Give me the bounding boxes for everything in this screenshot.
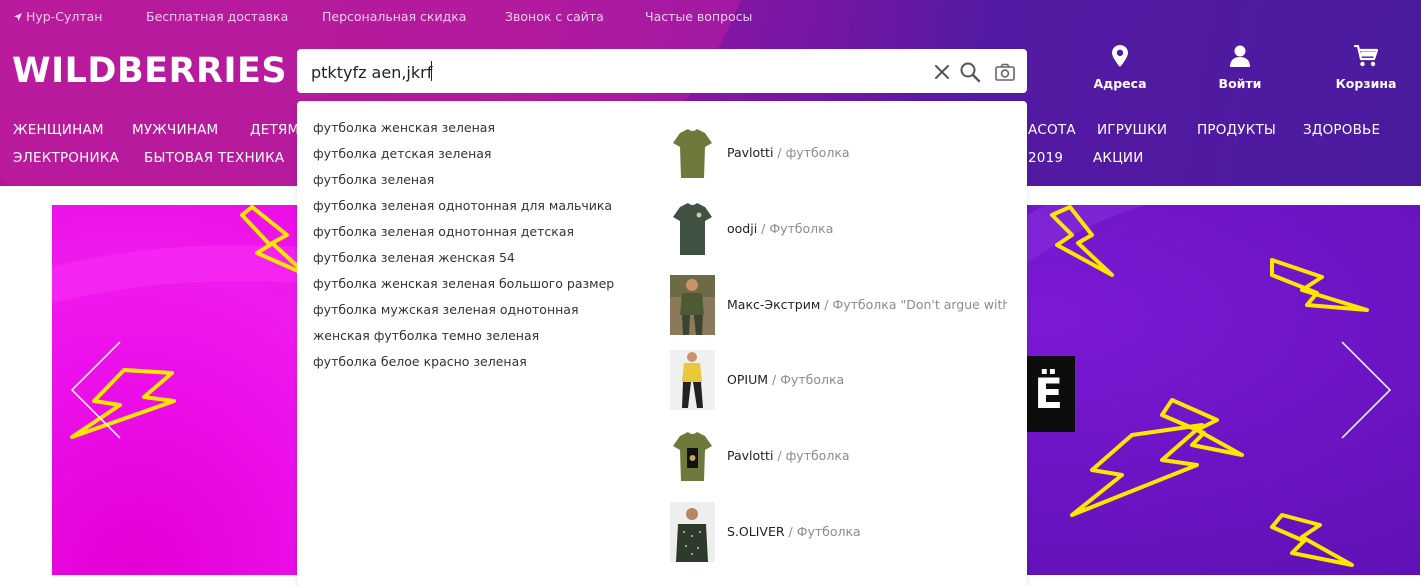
nav-appliances[interactable]: БЫТОВАЯ ТЕХНИКА [144,150,284,166]
suggestion-item[interactable]: футболка женская зеленая большого размер [313,276,614,291]
suggestion-item[interactable]: футболка зеленая женская 54 [313,250,515,265]
personal-discount-link[interactable]: Персональная скидка [322,9,466,24]
product-title: Pavlotti / футболка [727,145,850,160]
login-label: Войти [1218,76,1262,91]
nav-toys[interactable]: ИГРУШКИ [1097,122,1167,138]
suggestion-item[interactable]: женская футболка темно зеленая [313,328,539,343]
cart-label: Корзина [1335,76,1397,91]
site-logo[interactable]: WILDBERRIES [12,51,287,91]
product-suggestion[interactable]: S.OLIVER / Футболка [670,502,1015,562]
product-thumbnail [670,502,715,562]
nav-2019[interactable]: 2019 [1028,150,1063,166]
login-button[interactable]: Войти [1200,45,1280,92]
product-title: oodji / Футболка [727,221,834,236]
suggestion-item[interactable]: футболка зеленая [313,172,434,187]
nav-electronics[interactable]: ЭЛЕКТРОНИКА [13,150,119,166]
product-thumbnail [670,199,715,259]
search-suggestions-dropdown: футболка женская зеленая футболка детска… [297,101,1027,586]
addresses-label: Адреса [1093,76,1147,91]
free-delivery-link[interactable]: Бесплатная доставка [146,9,288,24]
product-suggestion[interactable]: Pavlotti / футболка [670,123,1015,183]
location-label: Нур-Султан [26,9,103,24]
product-suggestion[interactable]: Макс-Экстрим / Футболка "Don't argue wit… [670,275,1015,335]
cart-icon [1354,45,1378,67]
suggestion-item[interactable]: футболка зеленая однотонная детская [313,224,574,239]
nav-men[interactable]: МУЖЧИНАМ [132,122,218,138]
suggestion-item[interactable]: футболка детская зеленая [313,146,491,161]
user-icon [1230,45,1250,67]
callback-link[interactable]: Звонок с сайта [505,9,604,24]
suggestion-item[interactable]: футболка белое красно зеленая [313,354,527,369]
camera-icon[interactable] [994,61,1016,83]
nav-food[interactable]: ПРОДУКТЫ [1197,122,1276,138]
faq-link[interactable]: Частые вопросы [645,9,752,24]
cart-button[interactable]: Корзина [1326,45,1406,92]
prev-slide-arrow-icon[interactable] [70,340,122,440]
search-box [297,49,1027,93]
product-thumbnail [670,350,715,410]
location-pin-icon [1112,45,1128,67]
nav-sales[interactable]: АКЦИИ [1093,150,1144,166]
product-title: S.OLIVER / Футболка [727,524,861,539]
product-title: Pavlotti / футболка [727,448,850,463]
product-title: Макс-Экстрим / Футболка "Don't argue wit… [727,297,1007,312]
location-link[interactable]: Нур-Султан [13,9,102,24]
nav-kids[interactable]: ДЕТЯМ [250,122,299,138]
product-title: OPIUM / Футболка [727,372,845,387]
nav-beauty[interactable]: АСОТА [1028,122,1076,138]
next-slide-arrow-icon[interactable] [1340,340,1392,440]
product-thumbnail [670,275,715,335]
search-input[interactable] [311,59,911,85]
product-thumbnail [670,123,715,183]
nav-women[interactable]: ЖЕНЩИНАМ [13,122,104,138]
suggestion-item[interactable]: футболка женская зеленая [313,120,495,135]
product-thumbnail [670,426,715,486]
close-icon[interactable] [931,61,953,83]
top-bar: Нур-Султан Бесплатная доставка Персональ… [0,0,800,34]
suggestion-item[interactable]: футболка зеленая однотонная для мальчика [313,198,612,213]
suggestion-item[interactable]: футболка мужская зеленая однотонная [313,302,578,317]
addresses-button[interactable]: Адреса [1080,45,1160,92]
product-suggestion[interactable]: oodji / Футболка [670,199,1015,259]
nav-health[interactable]: ЗДОРОВЬЕ [1303,122,1380,138]
product-suggestion[interactable]: OPIUM / Футболка [670,350,1015,410]
text-cursor [431,61,432,81]
product-suggestion[interactable]: Pavlotti / футболка [670,426,1015,486]
location-arrow-icon [14,13,22,21]
search-icon[interactable] [959,61,981,83]
